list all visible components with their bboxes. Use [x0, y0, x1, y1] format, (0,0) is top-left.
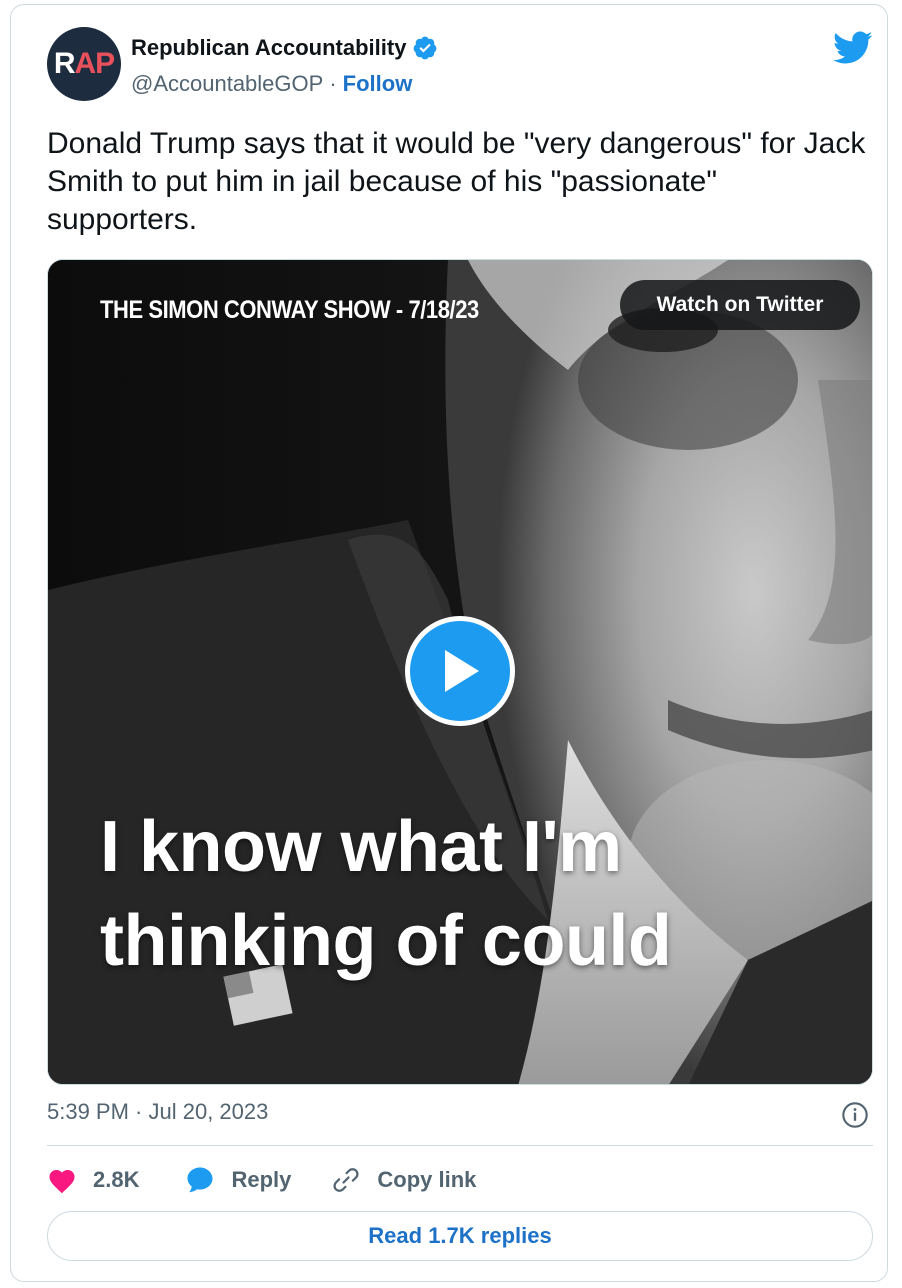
read-replies-button[interactable]: Read 1.7K replies — [47, 1211, 873, 1261]
watch-on-twitter-button[interactable]: Watch on Twitter — [620, 280, 860, 330]
reply-button[interactable]: Reply — [185, 1165, 291, 1195]
tweet-text: Donald Trump says that it would be "very… — [47, 127, 866, 236]
info-icon[interactable] — [841, 1101, 869, 1129]
like-count: 2.8K — [93, 1167, 140, 1192]
twitter-bird-icon[interactable] — [833, 31, 873, 65]
follow-link[interactable]: Follow — [343, 71, 413, 97]
show-title: THE SIMON CONWAY SHOW - 7/18/23 — [100, 296, 479, 324]
author-name-row: Republican Accountability — [131, 35, 438, 61]
verified-badge-icon — [414, 36, 437, 60]
copy-link-label: Copy link — [377, 1167, 477, 1192]
avatar[interactable]: R AP — [47, 27, 121, 101]
copy-link-button[interactable]: Copy link — [331, 1165, 476, 1195]
heart-icon — [49, 1170, 75, 1194]
separator-dot: · — [329, 71, 337, 96]
author-handle[interactable]: @AccountableGOP — [131, 71, 323, 97]
play-button[interactable] — [405, 616, 515, 726]
action-bar: 2.8K Reply Copy link — [47, 1161, 476, 1199]
reply-label: Reply — [231, 1167, 292, 1192]
link-icon — [333, 1168, 359, 1192]
divider — [47, 1145, 873, 1146]
video-media[interactable]: THE SIMON CONWAY SHOW - 7/18/23 Watch on… — [47, 259, 873, 1085]
tweet-timestamp[interactable]: 5:39 PM · Jul 20, 2023 — [47, 1099, 268, 1125]
avatar-letter-r: R — [53, 47, 76, 80]
tweet-card: R AP Republican Accountability @Accountab… — [10, 4, 888, 1282]
reply-bubble-icon — [187, 1167, 213, 1193]
avatar-letters-ap: AP — [74, 47, 115, 80]
video-caption: I know what I'm thinking of could — [100, 807, 672, 981]
play-icon — [445, 650, 479, 692]
author-display-name[interactable]: Republican Accountability — [131, 35, 406, 61]
author-handle-row: @AccountableGOP · Follow — [131, 71, 412, 97]
like-button[interactable]: 2.8K — [47, 1166, 139, 1194]
